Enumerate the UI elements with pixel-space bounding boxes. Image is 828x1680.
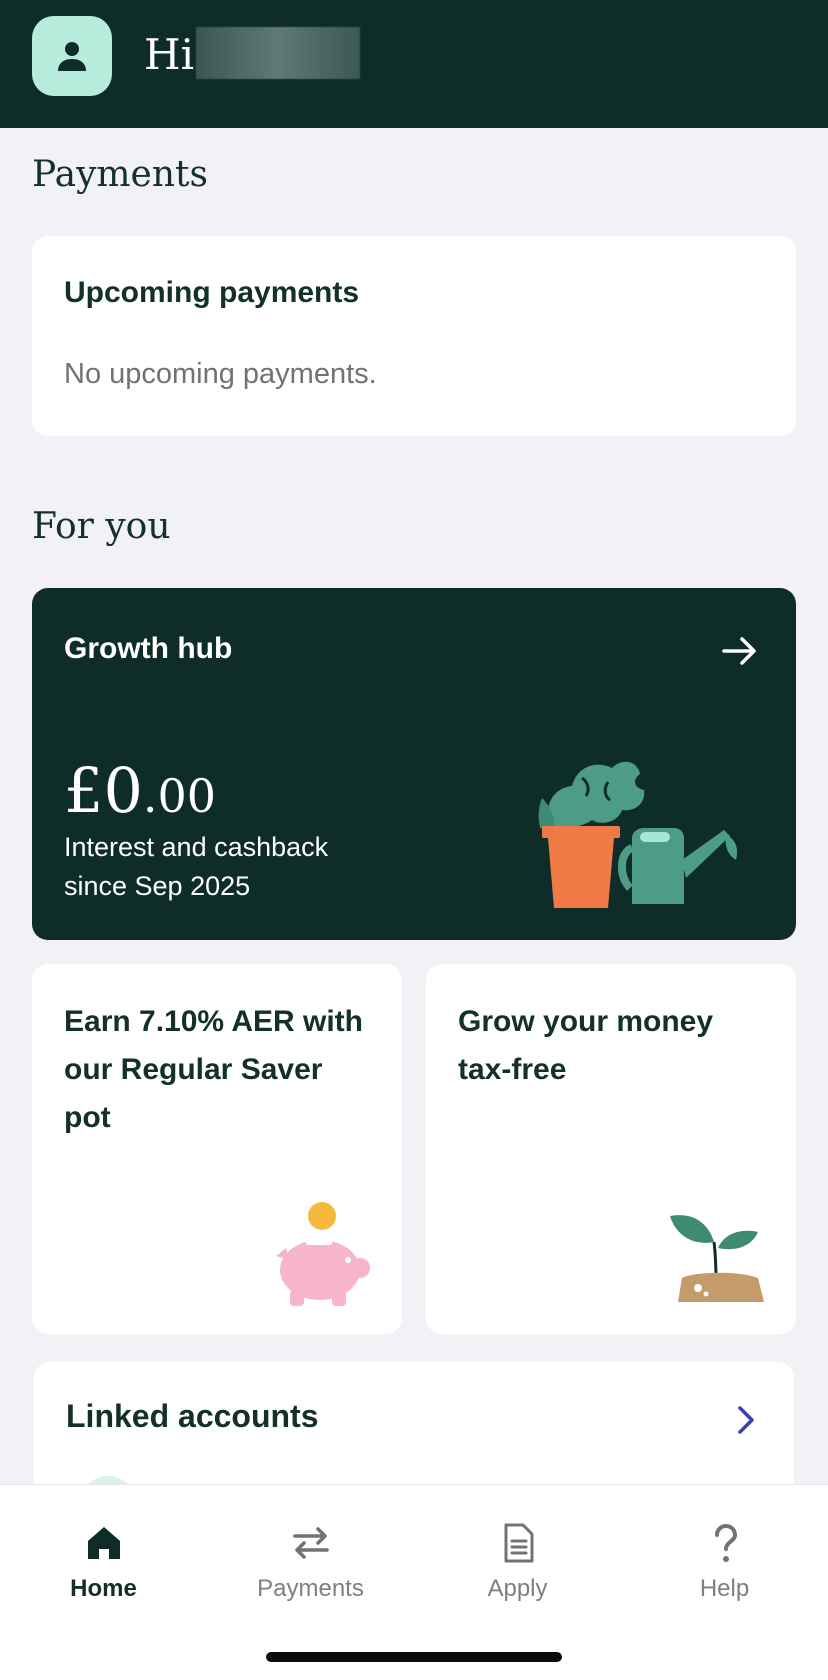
tab-help[interactable]: Help bbox=[621, 1485, 828, 1615]
amount-major: £0 bbox=[64, 754, 143, 827]
home-indicator bbox=[266, 1652, 562, 1662]
linked-accounts-title: Linked accounts bbox=[66, 1398, 319, 1435]
tab-home[interactable]: Home bbox=[0, 1485, 207, 1615]
upcoming-payments-empty-text: No upcoming payments. bbox=[64, 358, 377, 391]
growth-hub-title: Growth hub bbox=[64, 632, 232, 666]
tab-home-label: Home bbox=[70, 1575, 137, 1603]
chevron-right-icon[interactable] bbox=[734, 1404, 758, 1436]
tab-payments-label: Payments bbox=[257, 1575, 364, 1603]
document-icon bbox=[496, 1521, 540, 1565]
transfer-icon bbox=[289, 1521, 333, 1565]
regular-saver-promo-text: Earn 7.10% AER with our Regular Saver po… bbox=[64, 998, 374, 1142]
person-icon bbox=[54, 38, 90, 74]
growth-hub-description: Interest and cashback since Sep 2025 bbox=[64, 828, 384, 906]
sprout-icon bbox=[662, 1204, 772, 1314]
help-icon bbox=[703, 1521, 747, 1565]
redacted-username bbox=[196, 27, 360, 79]
growth-hub-amount: £0.00 bbox=[64, 754, 216, 827]
tab-help-label: Help bbox=[700, 1575, 749, 1603]
upcoming-payments-card[interactable]: Upcoming payments No upcoming payments. bbox=[32, 236, 796, 436]
profile-avatar-button[interactable] bbox=[32, 16, 112, 96]
app-header: Hi bbox=[0, 0, 828, 128]
piggy-bank-icon bbox=[268, 1200, 378, 1310]
tax-free-promo-text: Grow your money tax-free bbox=[458, 998, 768, 1094]
amount-minor: .00 bbox=[143, 769, 216, 823]
tax-free-promo-card[interactable]: Grow your money tax-free bbox=[426, 964, 796, 1334]
upcoming-payments-title: Upcoming payments bbox=[64, 276, 359, 310]
bottom-tab-bar: Home Payments Apply Help bbox=[0, 1484, 828, 1680]
tab-apply[interactable]: Apply bbox=[414, 1485, 621, 1615]
plant-and-watering-can-illustration bbox=[522, 738, 762, 918]
growth-hub-card[interactable]: Growth hub £0.00 Interest and cashback s… bbox=[32, 588, 796, 940]
arrow-right-icon[interactable] bbox=[720, 634, 760, 668]
home-icon bbox=[82, 1521, 126, 1565]
tab-payments[interactable]: Payments bbox=[207, 1485, 414, 1615]
regular-saver-promo-card[interactable]: Earn 7.10% AER with our Regular Saver po… bbox=[32, 964, 402, 1334]
tab-apply-label: Apply bbox=[487, 1575, 547, 1603]
for-you-section-title: For you bbox=[32, 506, 171, 547]
payments-section-title: Payments bbox=[32, 154, 208, 195]
greeting-text: Hi bbox=[144, 26, 194, 84]
